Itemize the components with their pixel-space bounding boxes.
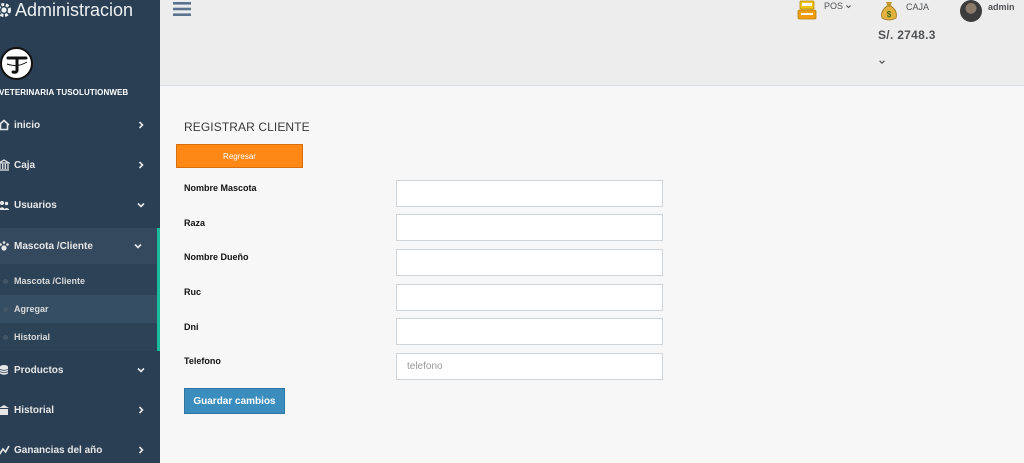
telefono-input[interactable] bbox=[396, 353, 663, 380]
user-menu[interactable]: admin bbox=[960, 0, 1015, 22]
chevron-right-icon bbox=[138, 406, 144, 414]
chevron-right-icon bbox=[138, 446, 144, 454]
sidebar-item-label: Historial bbox=[14, 404, 55, 416]
caja-label: CAJA bbox=[906, 2, 930, 12]
save-button[interactable]: Guardar cambios bbox=[184, 388, 285, 414]
brand[interactable]: Administracion bbox=[0, 0, 133, 23]
sidebar-item-label: Mascota /Cliente bbox=[14, 240, 93, 252]
chevron-down-icon bbox=[846, 4, 851, 8]
ruc-input[interactable] bbox=[396, 284, 663, 311]
submenu-item-label: Historial bbox=[14, 332, 51, 342]
caja-balance: S/. 2748.3 bbox=[878, 28, 936, 42]
page-title: REGISTRAR CLIENTE bbox=[184, 120, 310, 134]
clinic-logo bbox=[0, 47, 33, 80]
top-navbar: POS $ CAJA S/. 2748.3 admin bbox=[160, 0, 1024, 86]
home-icon bbox=[0, 119, 10, 131]
paw-icon bbox=[0, 241, 9, 251]
chevron-right-icon bbox=[138, 161, 144, 169]
money-bag-icon: $ bbox=[881, 2, 897, 21]
submenu-item-label: Agregar bbox=[14, 304, 49, 314]
sidebar-item-mascota-cliente[interactable]: Mascota /Cliente bbox=[0, 228, 160, 264]
main-content: REGISTRAR CLIENTE Regresar Nombre Mascot… bbox=[160, 86, 1024, 463]
sidebar-item-ganancias[interactable]: Ganancias del año bbox=[0, 432, 160, 463]
pos-label: POS bbox=[824, 1, 844, 11]
sidebar-item-label: Caja bbox=[14, 159, 36, 171]
nombre-dueno-input[interactable] bbox=[396, 249, 663, 276]
sidebar-item-caja[interactable]: Caja bbox=[0, 147, 160, 183]
bullet-icon bbox=[3, 278, 8, 284]
gear-icon bbox=[0, 3, 11, 17]
label-raza: Raza bbox=[184, 218, 206, 228]
back-button[interactable]: Regresar bbox=[176, 144, 303, 168]
label-nombre-dueno: Nombre Dueño bbox=[184, 252, 249, 262]
svg-text:$: $ bbox=[887, 10, 892, 19]
avatar bbox=[960, 0, 982, 22]
logo-mark-icon bbox=[6, 56, 27, 74]
dni-input[interactable] bbox=[396, 318, 663, 345]
users-icon bbox=[0, 201, 10, 210]
caja-menu[interactable]: $ CAJA bbox=[878, 0, 929, 22]
nombre-mascota-input[interactable] bbox=[396, 180, 663, 207]
submenu-item-historial[interactable]: Historial bbox=[0, 323, 157, 351]
brand-title: Administracion bbox=[15, 0, 134, 20]
sidebar-item-inicio[interactable]: inicio bbox=[0, 107, 160, 143]
chevron-right-icon bbox=[138, 121, 144, 129]
label-dni: Dni bbox=[184, 322, 199, 332]
submenu-item-label: Mascota /Cliente bbox=[14, 276, 86, 286]
label-telefono: Telefono bbox=[184, 356, 221, 366]
chevron-down-icon bbox=[137, 367, 145, 373]
sidebar-item-historial[interactable]: Historial bbox=[0, 392, 160, 428]
raza-input[interactable] bbox=[396, 214, 663, 241]
submenu-item-mascota-cliente[interactable]: Mascota /Cliente bbox=[0, 267, 157, 295]
submenu-item-agregar[interactable]: Agregar bbox=[0, 295, 157, 323]
user-name: admin bbox=[988, 2, 1015, 12]
label-ruc: Ruc bbox=[184, 287, 202, 297]
chevron-down-icon bbox=[137, 202, 145, 208]
chart-icon bbox=[0, 445, 10, 455]
menu-toggle-icon[interactable] bbox=[173, 2, 191, 16]
bullet-icon bbox=[3, 334, 8, 340]
sidebar-item-usuarios[interactable]: Usuarios bbox=[0, 187, 160, 223]
bullet-icon bbox=[3, 306, 8, 312]
sidebar-item-label: inicio bbox=[14, 119, 41, 131]
cash-register-icon bbox=[797, 0, 817, 20]
clinic-name: VETERINARIA TUSOLUTIONWEB bbox=[0, 88, 129, 97]
label-nombre-mascota: Nombre Mascota bbox=[184, 183, 257, 193]
submenu-mascota-cliente: Mascota /Cliente Agregar Historial bbox=[0, 264, 160, 351]
sidebar-item-label: Productos bbox=[14, 364, 64, 376]
sidebar: Administracion VETERINARIA TUSOLUTIONWEB… bbox=[0, 0, 160, 463]
chevron-down-icon[interactable] bbox=[878, 58, 886, 66]
sidebar-item-productos[interactable]: Productos bbox=[0, 352, 160, 388]
pos-menu[interactable]: POS bbox=[796, 0, 852, 20]
sidebar-item-label: Usuarios bbox=[14, 199, 57, 211]
sidebar-item-label: Ganancias del año bbox=[14, 444, 103, 456]
history-icon bbox=[0, 405, 9, 415]
database-icon bbox=[0, 365, 9, 375]
chevron-down-icon bbox=[134, 243, 142, 249]
bank-icon bbox=[0, 159, 10, 171]
